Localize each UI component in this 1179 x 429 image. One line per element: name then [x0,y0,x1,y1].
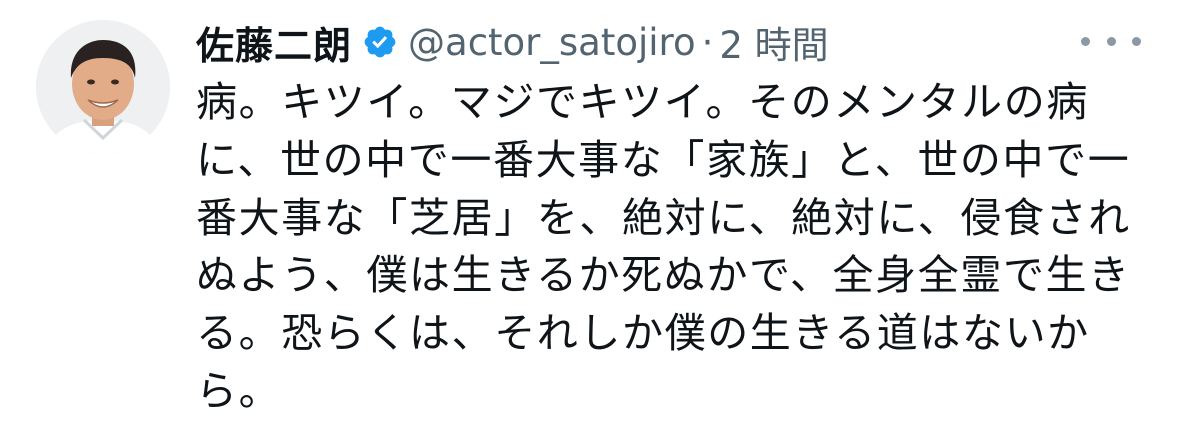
tweet-text-line: ら。 [196,366,282,415]
user-handle[interactable]: @actor_satojiro [408,21,696,64]
more-dot [1132,36,1141,46]
tweet-text-line: に、世の中で一番大事な「家族」と、世の中で一 [196,135,1131,184]
tweet-text-line: 病。キツイ。マジでキツイ。そのメンタルの病 [196,78,1089,126]
tweet-text-line: ぬよう、僕は生きるか死ぬかで、全身全霊で生き [196,251,1131,300]
separator-dot: · [701,20,714,64]
display-name[interactable]: 佐藤二朗 [196,15,352,70]
tweet-text: 病。キツイ。マジでキツイ。そのメンタルの病 に、世の中で一番大事な「家族」と、世… [196,74,1136,421]
timestamp[interactable]: 2 時間 [719,15,828,69]
avatar-photo-icon [36,20,170,154]
verified-badge-icon [362,24,398,60]
more-dot [1081,36,1090,46]
tweet-text-line: る。恐らくは、それしか僕の生きる道はないか [196,309,1090,358]
more-options-icon[interactable] [1081,26,1141,56]
more-dot [1106,36,1116,46]
avatar[interactable] [36,20,170,154]
tweet-text-line: 番大事な「芝居」を、絶対に、絶対に、侵食され [196,193,1131,242]
tweet[interactable]: 佐藤二朗 @actor_satojiro · 2 時間 病。キツイ。マジでキツイ… [0,0,1179,429]
tweet-header: 佐藤二朗 @actor_satojiro · 2 時間 [196,14,829,70]
